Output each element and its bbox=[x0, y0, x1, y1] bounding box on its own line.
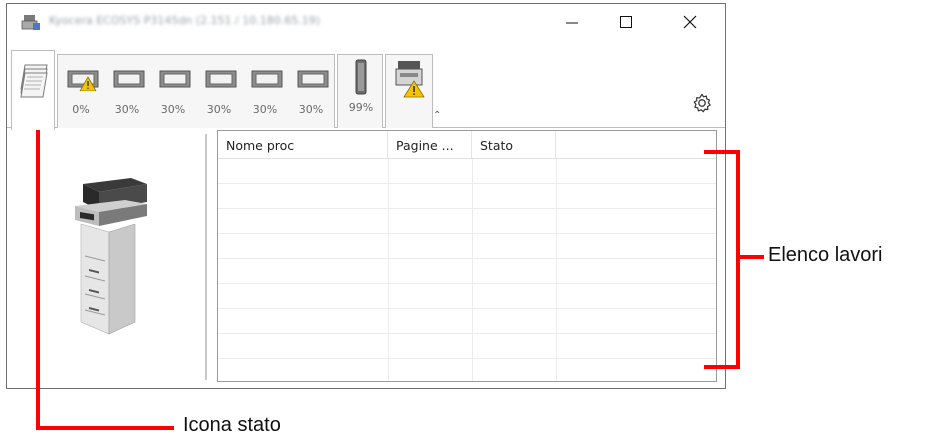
paper-tray-icon bbox=[205, 70, 237, 88]
job-list-annotation: Elenco lavori bbox=[768, 244, 883, 266]
paper-tray-icon bbox=[251, 70, 283, 88]
tab-device[interactable] bbox=[385, 54, 433, 128]
document-stack-icon bbox=[20, 64, 48, 98]
tray-2: 30% bbox=[108, 63, 150, 116]
paper-tray-icon bbox=[113, 70, 145, 88]
tab-status-icon[interactable] bbox=[11, 50, 55, 130]
status-icon-pointer-horizontal bbox=[36, 426, 174, 430]
status-icon-annotation: Icona stato bbox=[183, 414, 281, 436]
column-header-status[interactable]: Stato bbox=[472, 131, 556, 159]
table-row[interactable] bbox=[218, 259, 716, 284]
printer-status-window: Kyocera ECOSYS P3145dn (2.151 / 10.180.6… bbox=[6, 3, 726, 389]
tray-6: 30% bbox=[292, 63, 334, 116]
job-list-bracket-vertical bbox=[736, 150, 740, 369]
table-row[interactable] bbox=[218, 284, 716, 309]
tray-level: 0% bbox=[72, 103, 90, 116]
double-chevron-up-icon[interactable]: ⌃ bbox=[433, 110, 441, 121]
status-icon-pointer-vertical bbox=[36, 106, 40, 430]
table-row[interactable] bbox=[218, 234, 716, 259]
printer-image bbox=[75, 178, 147, 335]
job-list[interactable]: Nome proc Pagine ... Stato bbox=[217, 130, 717, 382]
minimize-icon bbox=[566, 22, 578, 24]
minimize-button[interactable] bbox=[549, 4, 595, 40]
toner-cartridge-icon bbox=[355, 59, 367, 95]
column-header-job-name[interactable]: Nome proc bbox=[218, 131, 388, 159]
toner-level: 99% bbox=[348, 101, 374, 114]
job-list-pointer bbox=[740, 255, 764, 259]
status-bar: 0% 30% 30% 30% 30% 30% 99% ⌃ bbox=[7, 40, 725, 130]
tray-level: 30% bbox=[114, 103, 140, 116]
maximize-icon bbox=[620, 16, 632, 28]
table-row[interactable] bbox=[218, 184, 716, 209]
tray-3: 30% bbox=[154, 63, 196, 116]
table-row[interactable] bbox=[218, 209, 716, 234]
pane-divider[interactable] bbox=[205, 134, 207, 380]
table-row[interactable] bbox=[218, 159, 716, 184]
table-row[interactable] bbox=[218, 334, 716, 359]
job-list-header: Nome proc Pagine ... Stato bbox=[218, 131, 716, 159]
tray-5: 30% bbox=[246, 63, 288, 116]
job-list-bracket-bottom bbox=[704, 365, 740, 369]
tray-1: 0% bbox=[62, 63, 104, 116]
table-row[interactable] bbox=[218, 309, 716, 334]
close-icon bbox=[683, 15, 697, 29]
window-title: Kyocera ECOSYS P3145dn (2.151 / 10.180.6… bbox=[49, 14, 321, 27]
printer-app-icon bbox=[21, 13, 41, 31]
column-header-empty bbox=[556, 131, 716, 159]
tab-paper-trays[interactable]: 0% 30% 30% 30% 30% 30% bbox=[57, 54, 335, 128]
gear-icon[interactable] bbox=[691, 92, 713, 118]
printer-warning-icon bbox=[395, 61, 425, 98]
tray-level: 30% bbox=[298, 103, 324, 116]
tab-toner[interactable]: 99% bbox=[337, 54, 383, 128]
maximize-button[interactable] bbox=[603, 4, 649, 40]
tray-4: 30% bbox=[200, 63, 242, 116]
job-list-bracket-top bbox=[704, 150, 740, 154]
tray-level: 30% bbox=[206, 103, 232, 116]
column-header-pages[interactable]: Pagine ... bbox=[388, 131, 472, 159]
paper-tray-icon bbox=[297, 70, 329, 88]
tray-level: 30% bbox=[160, 103, 186, 116]
title-bar[interactable]: Kyocera ECOSYS P3145dn (2.151 / 10.180.6… bbox=[7, 4, 725, 40]
close-button[interactable] bbox=[667, 4, 713, 40]
paper-tray-icon bbox=[159, 70, 191, 88]
tray-level: 30% bbox=[252, 103, 278, 116]
paper-tray-icon bbox=[67, 70, 99, 91]
